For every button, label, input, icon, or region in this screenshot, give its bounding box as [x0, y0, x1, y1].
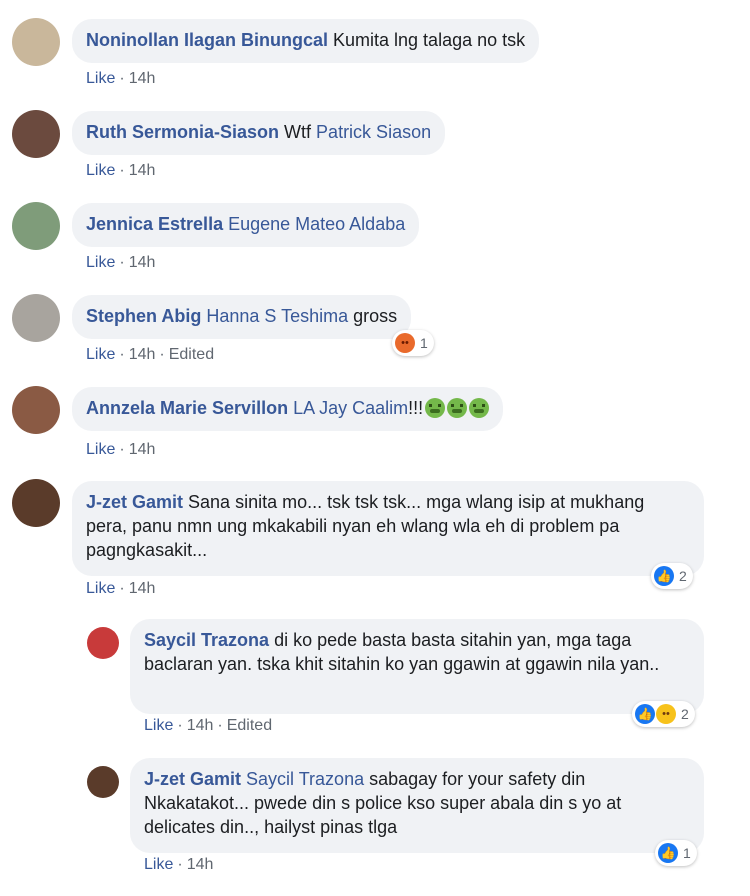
mention-link[interactable]: Patrick Siason: [316, 122, 431, 142]
like-reaction-icon: 👍: [654, 566, 674, 586]
reaction-summary[interactable]: •• 1: [392, 330, 434, 356]
reaction-summary[interactable]: 👍 •• 2: [632, 701, 695, 727]
comment-text: Kumita lng talaga no tsk: [333, 30, 526, 50]
like-link[interactable]: Like: [86, 346, 115, 363]
comment-author[interactable]: J-zet Gamit: [86, 492, 183, 512]
comment-actions: Like · 14h: [86, 162, 156, 179]
avatar[interactable]: [12, 386, 60, 434]
comment-actions: Like · 14h: [86, 580, 156, 597]
like-reaction-icon: 👍: [635, 704, 655, 724]
edited-label[interactable]: Edited: [227, 717, 272, 734]
comment-timestamp[interactable]: 14h: [129, 70, 156, 87]
avatar[interactable]: [12, 110, 60, 158]
reaction-count: 2: [681, 706, 689, 722]
avatar[interactable]: [87, 627, 119, 659]
reaction-count: 2: [679, 568, 687, 584]
comment-text: !!!: [408, 398, 424, 418]
mention-link[interactable]: Hanna S Teshima: [206, 306, 348, 326]
comment-author[interactable]: Jennica Estrella: [86, 214, 223, 234]
like-link[interactable]: Like: [86, 441, 115, 458]
like-link[interactable]: Like: [144, 856, 173, 873]
comment-author[interactable]: Ruth Sermonia-Siason: [86, 122, 279, 142]
comment-author[interactable]: Saycil Trazona: [144, 630, 269, 650]
comment-author[interactable]: Stephen Abig: [86, 306, 201, 326]
comment-bubble: Stephen Abig Hanna S Teshima gross: [72, 295, 412, 339]
comment-bubble: Saycil Trazona di ko pede basta basta sit…: [130, 619, 704, 714]
like-reaction-icon: 👍: [658, 843, 678, 863]
comment-bubble: Jennica Estrella Eugene Mateo Aldaba: [72, 203, 420, 247]
nauseated-face-emoji: [447, 398, 468, 418]
nauseated-face-emoji: [469, 398, 490, 418]
reaction-summary[interactable]: 👍 2: [651, 563, 693, 589]
edited-label[interactable]: Edited: [169, 346, 214, 363]
comment-timestamp[interactable]: 14h: [187, 856, 214, 873]
like-link[interactable]: Like: [86, 162, 115, 179]
mention-link[interactable]: Eugene Mateo Aldaba: [228, 214, 405, 234]
avatar[interactable]: [12, 18, 60, 66]
avatar[interactable]: [12, 202, 60, 250]
comment-timestamp[interactable]: 14h: [129, 441, 156, 458]
comment-author[interactable]: Noninollan Ilagan Binungcal: [86, 30, 328, 50]
comment-actions: Like · 14h · Edited: [144, 717, 273, 734]
avatar[interactable]: [12, 294, 60, 342]
comment-timestamp[interactable]: 14h: [129, 162, 156, 179]
like-link[interactable]: Like: [86, 70, 115, 87]
comment-bubble: Ruth Sermonia-Siason Wtf Patrick Siason: [72, 111, 446, 155]
reaction-count: 1: [683, 845, 691, 861]
comment-text: gross: [353, 306, 398, 326]
reaction-summary[interactable]: 👍 1: [655, 840, 697, 866]
comment-timestamp[interactable]: 14h: [187, 717, 214, 734]
comment-timestamp[interactable]: 14h: [129, 254, 156, 271]
comment-author[interactable]: Annzela Marie Servillon: [86, 398, 288, 418]
comment-bubble: Annzela Marie Servillon LA Jay Caalim!!!: [72, 387, 504, 431]
angry-reaction-icon: ••: [395, 333, 415, 353]
comment-bubble: Noninollan Ilagan Binungcal Kumita lng ta…: [72, 19, 540, 63]
avatar[interactable]: [87, 766, 119, 798]
comment-actions: Like · 14h · Edited: [86, 346, 215, 363]
like-link[interactable]: Like: [86, 580, 115, 597]
comment-author[interactable]: J-zet Gamit: [144, 769, 241, 789]
comment-bubble: J-zet Gamit Sana sinita mo... tsk tsk tsk…: [72, 481, 704, 576]
like-link[interactable]: Like: [86, 254, 115, 271]
like-link[interactable]: Like: [144, 717, 173, 734]
mention-link[interactable]: LA Jay Caalim: [293, 398, 408, 418]
reaction-count: 1: [420, 335, 428, 351]
comment-bubble: J-zet Gamit Saycil Trazona sabagay for yo…: [130, 758, 704, 853]
avatar[interactable]: [12, 479, 60, 527]
comment-timestamp[interactable]: 14h: [129, 580, 156, 597]
nauseated-face-emoji: [425, 398, 446, 418]
mention-link[interactable]: Saycil Trazona: [246, 769, 364, 789]
comment-actions: Like · 14h: [144, 856, 214, 873]
comment-actions: Like · 14h: [86, 254, 156, 271]
comment-text: Wtf: [284, 122, 312, 142]
comment-timestamp[interactable]: 14h: [129, 346, 156, 363]
haha-reaction-icon: ••: [656, 704, 676, 724]
comment-actions: Like · 14h: [86, 441, 156, 458]
comment-actions: Like · 14h: [86, 70, 156, 87]
